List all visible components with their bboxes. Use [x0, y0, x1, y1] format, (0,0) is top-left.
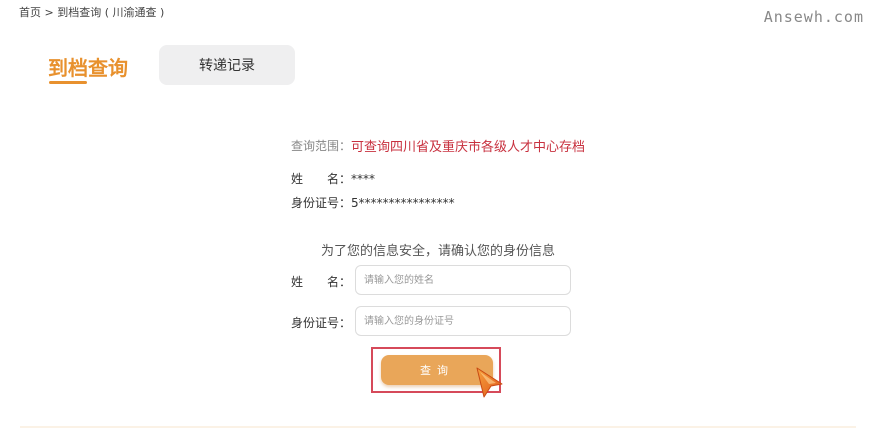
bottom-divider	[20, 426, 856, 428]
user-id-row: 身份证号： 5****************	[291, 194, 455, 211]
user-id-label: 身份证号：	[291, 196, 352, 210]
security-notice: 为了您的信息安全，请确认您的身份信息	[321, 244, 556, 259]
verify-name-label: 姓 名：	[291, 275, 352, 289]
watermark: Ansewh.com	[763, 8, 864, 26]
breadcrumb: 首页 > 到档查询 ( 川渝通查 )	[19, 6, 165, 19]
user-name-value: ****	[351, 171, 376, 186]
verify-id-label-row: 身份证号：	[291, 314, 351, 331]
verify-id-label: 身份证号：	[291, 316, 352, 330]
tab-archive-query[interactable]: 到档查询	[48, 52, 128, 81]
user-name-row: 姓 名： ****	[291, 170, 375, 187]
query-scope-row: 查询范围： 可查询四川省及重庆市各级人才中心存档	[291, 136, 585, 155]
pointer-cursor-icon	[476, 367, 503, 398]
query-scope-label: 查询范围：	[291, 139, 352, 153]
tab-active-underline	[49, 81, 87, 84]
tab-transfer-record[interactable]: 转递记录	[159, 45, 295, 85]
user-name-label: 姓 名：	[291, 172, 352, 186]
id-number-input[interactable]	[355, 306, 571, 336]
user-id-value: 5****************	[351, 195, 455, 210]
verify-name-label-row: 姓 名：	[291, 273, 351, 290]
name-input[interactable]	[355, 265, 571, 295]
query-scope-value: 可查询四川省及重庆市各级人才中心存档	[351, 140, 586, 155]
